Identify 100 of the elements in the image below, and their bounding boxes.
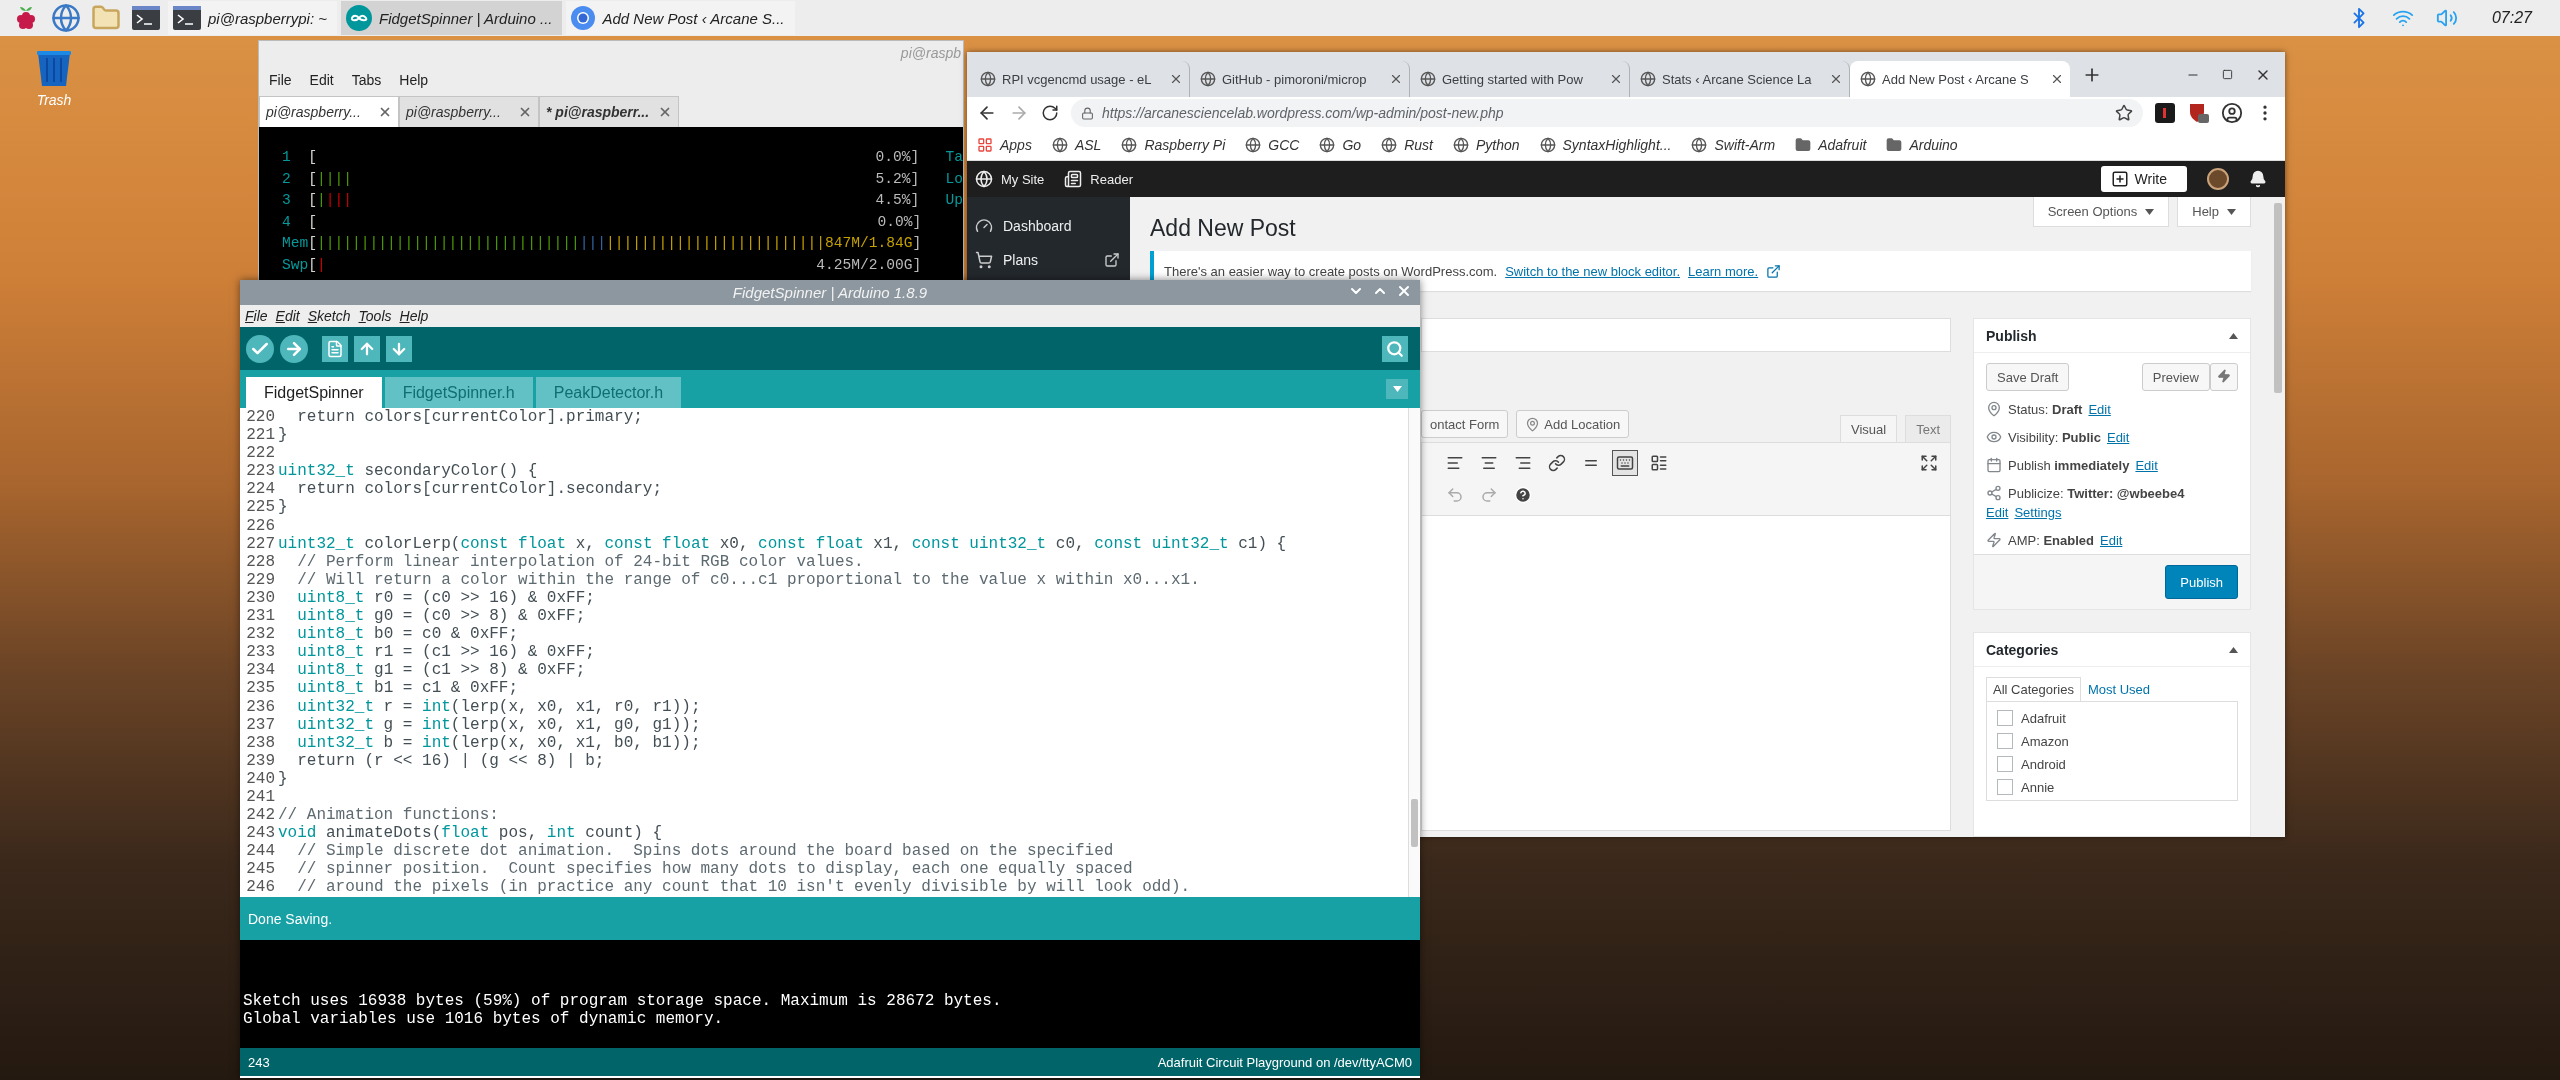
checkbox[interactable] xyxy=(1997,756,2013,772)
close-icon[interactable] xyxy=(658,105,672,119)
bookmark-star-icon[interactable] xyxy=(2115,104,2133,122)
bookmark-link[interactable]: Raspberry Pi xyxy=(1121,136,1226,153)
close-icon[interactable] xyxy=(1829,72,1843,86)
browser-tab[interactable]: GitHub - pimoroni/microp xyxy=(1190,61,1410,97)
bookmark-link[interactable]: SyntaxHighlight... xyxy=(1539,136,1672,153)
toolbar-toggle-button[interactable] xyxy=(1612,450,1638,476)
browser-tab[interactable]: RPI vcgencmd usage - eL xyxy=(970,61,1190,97)
undo-icon xyxy=(1446,486,1464,504)
caret-icon xyxy=(2145,208,2155,215)
maximize-icon[interactable] xyxy=(2222,69,2233,80)
help-button[interactable]: Help xyxy=(2177,197,2251,227)
menu-item[interactable]: Help xyxy=(393,70,435,90)
notice-link[interactable]: Switch to the new block editor. xyxy=(1505,263,1681,279)
extension-icon[interactable] xyxy=(2155,103,2175,123)
checkbox[interactable] xyxy=(1997,779,2013,795)
edit-link[interactable]: Edit xyxy=(2088,401,2111,417)
bookmark-link[interactable]: Rust xyxy=(1381,136,1433,153)
scrollbar[interactable] xyxy=(1408,408,1420,897)
collapse-icon[interactable] xyxy=(2229,332,2238,339)
bookmark-link[interactable]: Adafruit xyxy=(1795,136,1867,153)
menu-item[interactable]: Tools xyxy=(355,308,395,324)
meter-value: ] xyxy=(912,234,922,253)
avatar[interactable] xyxy=(2207,168,2229,190)
close-icon[interactable] xyxy=(1389,72,1403,86)
bookmark-link[interactable]: Swift-Arm xyxy=(1691,136,1776,153)
sidebar-item[interactable]: Dashboard xyxy=(967,209,1130,243)
upload-button[interactable] xyxy=(280,334,308,363)
taskbar-window-button[interactable]: pi@raspberrypi: ~ xyxy=(168,1,338,35)
save-draft-button[interactable]: Save Draft xyxy=(1986,363,2070,391)
code-line: return colors[currentColor].secondary; xyxy=(296,480,663,499)
trash-bin-icon[interactable] xyxy=(34,48,74,88)
bookmark-link[interactable]: GCC xyxy=(1245,136,1300,153)
reload-icon[interactable] xyxy=(1041,104,1059,122)
profile-icon[interactable] xyxy=(2221,102,2243,124)
title-field[interactable] xyxy=(1421,318,1951,352)
bookmark-link[interactable]: ASL xyxy=(1051,136,1102,153)
menu-item[interactable]: File xyxy=(263,70,298,90)
close-icon[interactable] xyxy=(1169,72,1183,86)
menu-item[interactable]: Sketch xyxy=(304,308,354,324)
taskbar-window-button[interactable]: Add New Post ‹ Arcane S... xyxy=(566,1,795,35)
notification-bell-icon[interactable] xyxy=(2249,170,2267,188)
bookmark-link[interactable]: Python xyxy=(1452,136,1520,153)
globe-icon xyxy=(980,71,996,87)
line-number: 233 xyxy=(245,643,276,662)
plus-square-icon xyxy=(2110,170,2129,188)
terminal-tab[interactable]: pi@raspberry... xyxy=(399,96,539,127)
checkbox[interactable] xyxy=(1997,733,2013,749)
close-icon[interactable] xyxy=(1609,72,1623,86)
bookmark-link[interactable]: Go xyxy=(1319,136,1362,153)
terminal-tab[interactable]: * pi@raspberr... xyxy=(539,96,679,127)
menu-item[interactable]: Edit xyxy=(272,308,303,324)
code-line: // spinner position. Count specifies how many dots to display, each one equally spaced xyxy=(296,860,1133,879)
close-icon[interactable] xyxy=(518,105,532,119)
open-button[interactable] xyxy=(354,335,380,362)
screen-options-button[interactable]: Screen Options xyxy=(2032,197,2170,227)
edit-link[interactable]: Edit xyxy=(1986,505,2009,520)
media-button[interactable]: ontact Form xyxy=(1421,410,1509,438)
publish-button[interactable]: Publish xyxy=(2165,565,2238,599)
code-line: uint32_t g = int(lerp(x, x0, x1, g0, g1)); xyxy=(296,715,701,734)
editor-tab[interactable]: Text xyxy=(1905,415,1951,442)
edit-link[interactable]: Edit xyxy=(2106,429,2130,445)
menu-item[interactable]: Tabs xyxy=(345,70,388,90)
shield-extension-icon[interactable] xyxy=(2187,102,2209,124)
write-button[interactable]: Write xyxy=(2100,166,2187,192)
newspaper-icon xyxy=(1064,170,1083,188)
serial-monitor-button[interactable] xyxy=(1382,335,1408,362)
save-button[interactable] xyxy=(386,335,412,362)
browser-tab[interactable]: Add New Post ‹ Arcane S xyxy=(1850,61,2070,97)
amp-preview-button[interactable] xyxy=(2210,363,2238,391)
category-tab[interactable]: All Categories xyxy=(1986,677,2081,701)
bookmark-link[interactable]: Apps xyxy=(977,136,1032,153)
verify-button[interactable] xyxy=(246,334,274,363)
edit-link[interactable]: Edit xyxy=(2100,532,2123,548)
editor-tab[interactable]: Visual xyxy=(1839,415,1898,442)
close-icon[interactable] xyxy=(378,105,392,119)
menu-item[interactable]: File xyxy=(242,308,271,324)
notice-link[interactable]: Learn more. xyxy=(1688,263,1759,279)
menu-item[interactable]: Edit xyxy=(303,70,340,90)
bookmark-link[interactable]: Arduino xyxy=(1886,136,1958,153)
checkbox[interactable] xyxy=(1997,710,2013,726)
media-button[interactable]: Add Location xyxy=(1516,410,1630,438)
menu-item[interactable]: Help xyxy=(396,308,432,324)
new-sketch-button[interactable] xyxy=(322,335,348,362)
browser-tab[interactable]: Getting started with Pow xyxy=(1410,61,1630,97)
terminal-tab[interactable]: pi@raspberry... xyxy=(259,96,399,127)
globe-icon xyxy=(1051,136,1068,153)
taskbar-window-button[interactable]: FidgetSpinner | Arduino ... xyxy=(341,1,563,35)
expand-icon xyxy=(1920,454,1938,472)
address-bar[interactable]: https://arcanesciencelab.wordpress.com/wp-admin/post-new.php xyxy=(1071,99,2143,127)
collapse-icon[interactable] xyxy=(2229,646,2238,653)
close-icon[interactable] xyxy=(2050,72,2064,86)
admin-bar-link[interactable]: Reader xyxy=(1064,170,1133,188)
preview-button[interactable]: Preview xyxy=(2141,363,2210,391)
sidebar-item[interactable]: Plans xyxy=(967,243,1130,277)
edit-link[interactable]: Edit xyxy=(2135,457,2158,473)
admin-bar-link[interactable]: My Site xyxy=(975,170,1045,188)
sketch-tab[interactable]: FidgetSpinner xyxy=(246,377,382,408)
edit-link[interactable]: Settings xyxy=(2014,505,2062,520)
